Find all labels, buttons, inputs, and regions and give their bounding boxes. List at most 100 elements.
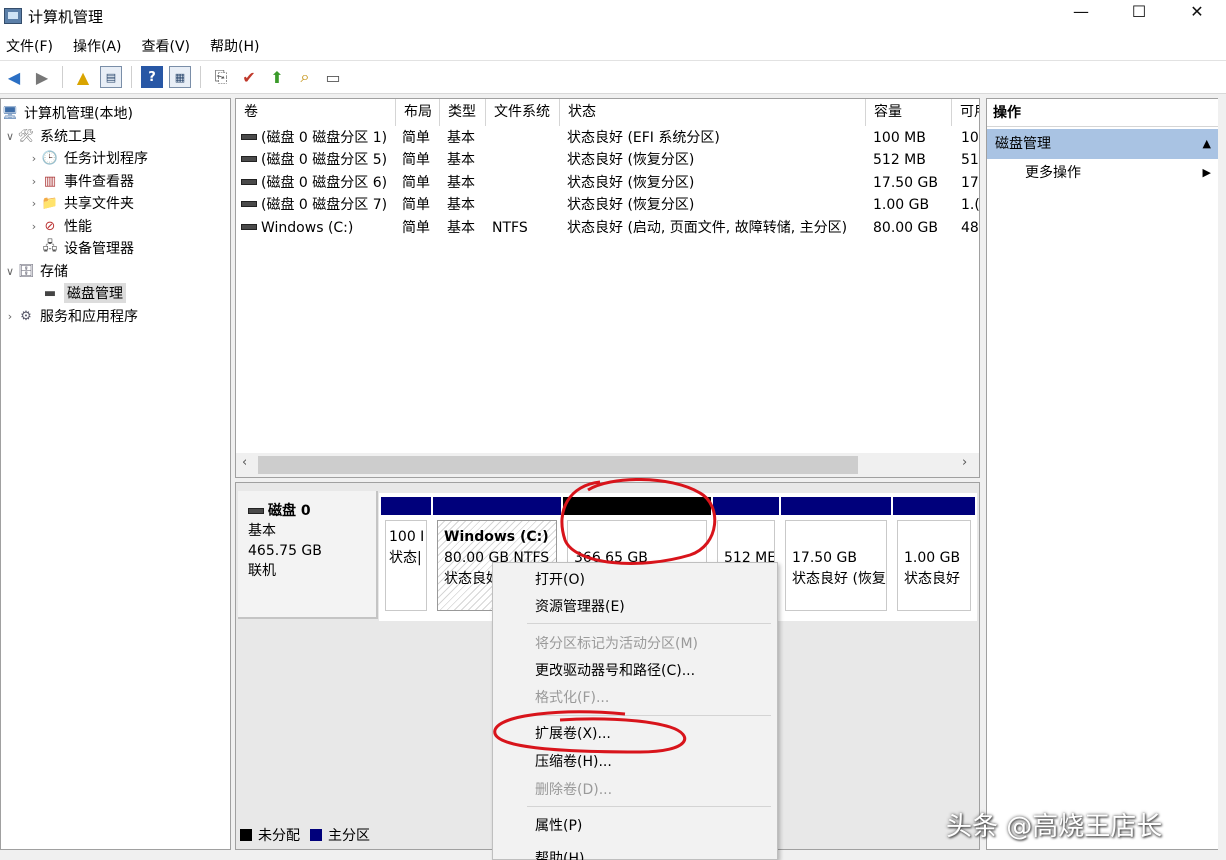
tree-services[interactable]: › ⚙ 服务和应用程序 bbox=[3, 305, 138, 327]
legend: 未分配 主分区 bbox=[240, 825, 370, 845]
menu-action[interactable]: 操作(A) bbox=[73, 36, 122, 56]
window-edge bbox=[1218, 98, 1226, 850]
table-row[interactable]: (磁盘 0 磁盘分区 7) 简单 基本 状态良好 (恢复分区) 1.00 GB … bbox=[236, 194, 979, 216]
partition-recovery-1gb[interactable]: 1.00 GB 状态良好 bbox=[893, 497, 975, 615]
column-type[interactable]: 类型 bbox=[440, 99, 486, 126]
horizontal-scrollbar[interactable]: ‹ › bbox=[236, 453, 979, 477]
chevron-down-icon[interactable]: ∨ bbox=[3, 265, 17, 278]
column-capacity[interactable]: 容量 bbox=[866, 99, 952, 126]
close-button[interactable]: ✕ bbox=[1168, 0, 1226, 26]
shared-folder-icon: 📁 bbox=[41, 195, 59, 211]
column-free[interactable]: 可用 bbox=[952, 99, 979, 126]
partition-recovery-17gb[interactable]: 17.50 GB 状态良好 (恢复 bbox=[781, 497, 891, 615]
upload-icon[interactable]: ⬆ bbox=[266, 66, 288, 88]
column-volume[interactable]: 卷 bbox=[236, 99, 396, 126]
tree-system-tools[interactable]: ∨ 🛠 系统工具 bbox=[3, 125, 96, 147]
column-status[interactable]: 状态 bbox=[560, 99, 866, 126]
primary-partition-bar bbox=[713, 497, 779, 515]
table-row[interactable]: (磁盘 0 磁盘分区 1) 简单 基本 状态良好 (EFI 系统分区) 100 … bbox=[236, 127, 979, 149]
primary-partition-bar bbox=[781, 497, 891, 515]
storage-icon: 🗄 bbox=[17, 263, 35, 279]
tree-storage[interactable]: ∨ 🗄 存储 bbox=[3, 260, 68, 282]
menu-item-delete-volume: 删除卷(D)... bbox=[535, 782, 613, 798]
table-row[interactable]: Windows (C:) 简单 基本 NTFS 状态良好 (启动, 页面文件, … bbox=[236, 217, 979, 239]
menu-separator bbox=[527, 806, 771, 807]
partition-efi[interactable]: 100 I 状态| bbox=[381, 497, 431, 615]
column-filesystem[interactable]: 文件系统 bbox=[486, 99, 560, 126]
tree-disk-management[interactable]: ▬ 磁盘管理 bbox=[41, 282, 126, 304]
disk-icon: ▬ bbox=[43, 285, 57, 301]
show-tree-icon[interactable]: ▤ bbox=[100, 66, 122, 88]
tree-event-viewer[interactable]: › ▥ 事件查看器 bbox=[27, 170, 134, 192]
tree-shared-folders[interactable]: › 📁 共享文件夹 bbox=[27, 192, 134, 214]
collapse-up-icon[interactable]: ▲ bbox=[1203, 129, 1211, 159]
tree-performance[interactable]: › ⊘ 性能 bbox=[27, 215, 92, 237]
properties-icon[interactable]: ▦ bbox=[169, 66, 191, 88]
scroll-right-icon[interactable]: › bbox=[962, 455, 967, 470]
toolbar-separator bbox=[131, 66, 132, 88]
menu-view[interactable]: 查看(V) bbox=[142, 36, 191, 56]
tools-icon: 🛠 bbox=[17, 128, 35, 144]
chevron-right-icon[interactable]: › bbox=[3, 310, 17, 323]
unallocated-swatch bbox=[240, 829, 252, 841]
up-folder-icon[interactable]: ▲ bbox=[72, 66, 94, 88]
actions-pane: 操作 磁盘管理 ▲ 更多操作 ▶ bbox=[986, 98, 1226, 850]
menu-separator bbox=[527, 623, 771, 624]
more-actions[interactable]: 更多操作 ▶ bbox=[987, 159, 1225, 187]
menu-item-properties[interactable]: 属性(P) bbox=[535, 813, 582, 839]
menu-item-extend-volume[interactable]: 扩展卷(X)... bbox=[535, 721, 611, 747]
title-bar: 计算机管理 — ☐ ✕ bbox=[0, 0, 1226, 32]
disk-icon bbox=[248, 508, 264, 514]
menu-item-open[interactable]: 打开(O) bbox=[535, 567, 585, 593]
menu-item-explore[interactable]: 资源管理器(E) bbox=[535, 594, 625, 620]
minimize-button[interactable]: — bbox=[1052, 0, 1110, 26]
event-log-icon: ▥ bbox=[43, 173, 57, 189]
device-manager-icon: 🖧 bbox=[42, 239, 58, 254]
unallocated-bar bbox=[563, 497, 711, 515]
back-arrow-icon[interactable]: ◀ bbox=[3, 66, 25, 88]
clock-icon: 🕒 bbox=[41, 150, 59, 166]
checklist-icon[interactable]: ✔ bbox=[238, 66, 260, 88]
help-icon[interactable]: ? bbox=[141, 66, 163, 88]
volume-icon bbox=[241, 134, 257, 140]
primary-partition-bar bbox=[433, 497, 561, 515]
chevron-down-icon[interactable]: ∨ bbox=[3, 130, 17, 143]
chevron-right-icon[interactable]: › bbox=[27, 220, 41, 233]
table-row[interactable]: (磁盘 0 磁盘分区 6) 简单 基本 状态良好 (恢复分区) 17.50 GB… bbox=[236, 172, 979, 194]
navigation-tree: 🖥 计算机管理(本地) ∨ 🛠 系统工具 › 🕒 任务计划程序 › ▥ 事件查看… bbox=[0, 98, 231, 850]
scroll-thumb[interactable] bbox=[258, 456, 858, 474]
menu-separator bbox=[527, 715, 771, 716]
tree-device-manager[interactable]: 🖧 设备管理器 bbox=[41, 237, 134, 259]
chevron-right-icon[interactable]: › bbox=[27, 197, 41, 210]
connect-icon[interactable]: ⎘ bbox=[210, 66, 232, 88]
context-menu: 打开(O) 资源管理器(E) 将分区标记为活动分区(M) 更改驱动器号和路径(C… bbox=[492, 562, 778, 860]
volume-list: 卷 布局 类型 文件系统 状态 容量 可用 (磁盘 0 磁盘分区 1) 简单 基… bbox=[235, 98, 980, 478]
menu-file[interactable]: 文件(F) bbox=[6, 36, 53, 56]
tree-root[interactable]: 🖥 计算机管理(本地) bbox=[1, 102, 133, 124]
computer-management-icon bbox=[4, 8, 22, 24]
forward-arrow-icon[interactable]: ▶ bbox=[31, 66, 53, 88]
maximize-button[interactable]: ☐ bbox=[1110, 0, 1168, 26]
menu-help[interactable]: 帮助(H) bbox=[210, 36, 259, 56]
computer-icon: 🖥 bbox=[1, 105, 19, 121]
volume-icon bbox=[241, 179, 257, 185]
actions-section-disk-management[interactable]: 磁盘管理 ▲ bbox=[987, 129, 1219, 159]
volume-icon bbox=[241, 201, 257, 207]
console-icon[interactable]: ▭ bbox=[322, 66, 344, 88]
menu-item-help[interactable]: 帮助(H) bbox=[535, 846, 584, 860]
table-row[interactable]: (磁盘 0 磁盘分区 5) 简单 基本 状态良好 (恢复分区) 512 MB 5… bbox=[236, 149, 979, 171]
disk-info[interactable]: 磁盘 0 基本 465.75 GB 联机 bbox=[238, 491, 378, 619]
menu-item-change-drive-letter[interactable]: 更改驱动器号和路径(C)... bbox=[535, 658, 695, 684]
chevron-right-icon[interactable]: › bbox=[27, 152, 41, 165]
column-layout[interactable]: 布局 bbox=[396, 99, 440, 126]
menu-bar: 文件(F) 操作(A) 查看(V) 帮助(H) bbox=[0, 32, 1226, 60]
search-icon[interactable]: ⌕ bbox=[294, 66, 316, 88]
menu-item-shrink-volume[interactable]: 压缩卷(H)... bbox=[535, 749, 612, 775]
menu-item-mark-active: 将分区标记为活动分区(M) bbox=[535, 636, 699, 652]
scroll-left-icon[interactable]: ‹ bbox=[242, 455, 247, 470]
services-icon: ⚙ bbox=[20, 308, 32, 324]
chevron-right-icon[interactable]: › bbox=[27, 175, 41, 188]
tree-task-scheduler[interactable]: › 🕒 任务计划程序 bbox=[27, 147, 148, 169]
watermark: 头条 @高烧王店长 bbox=[946, 812, 1163, 842]
toolbar-separator bbox=[200, 66, 201, 88]
